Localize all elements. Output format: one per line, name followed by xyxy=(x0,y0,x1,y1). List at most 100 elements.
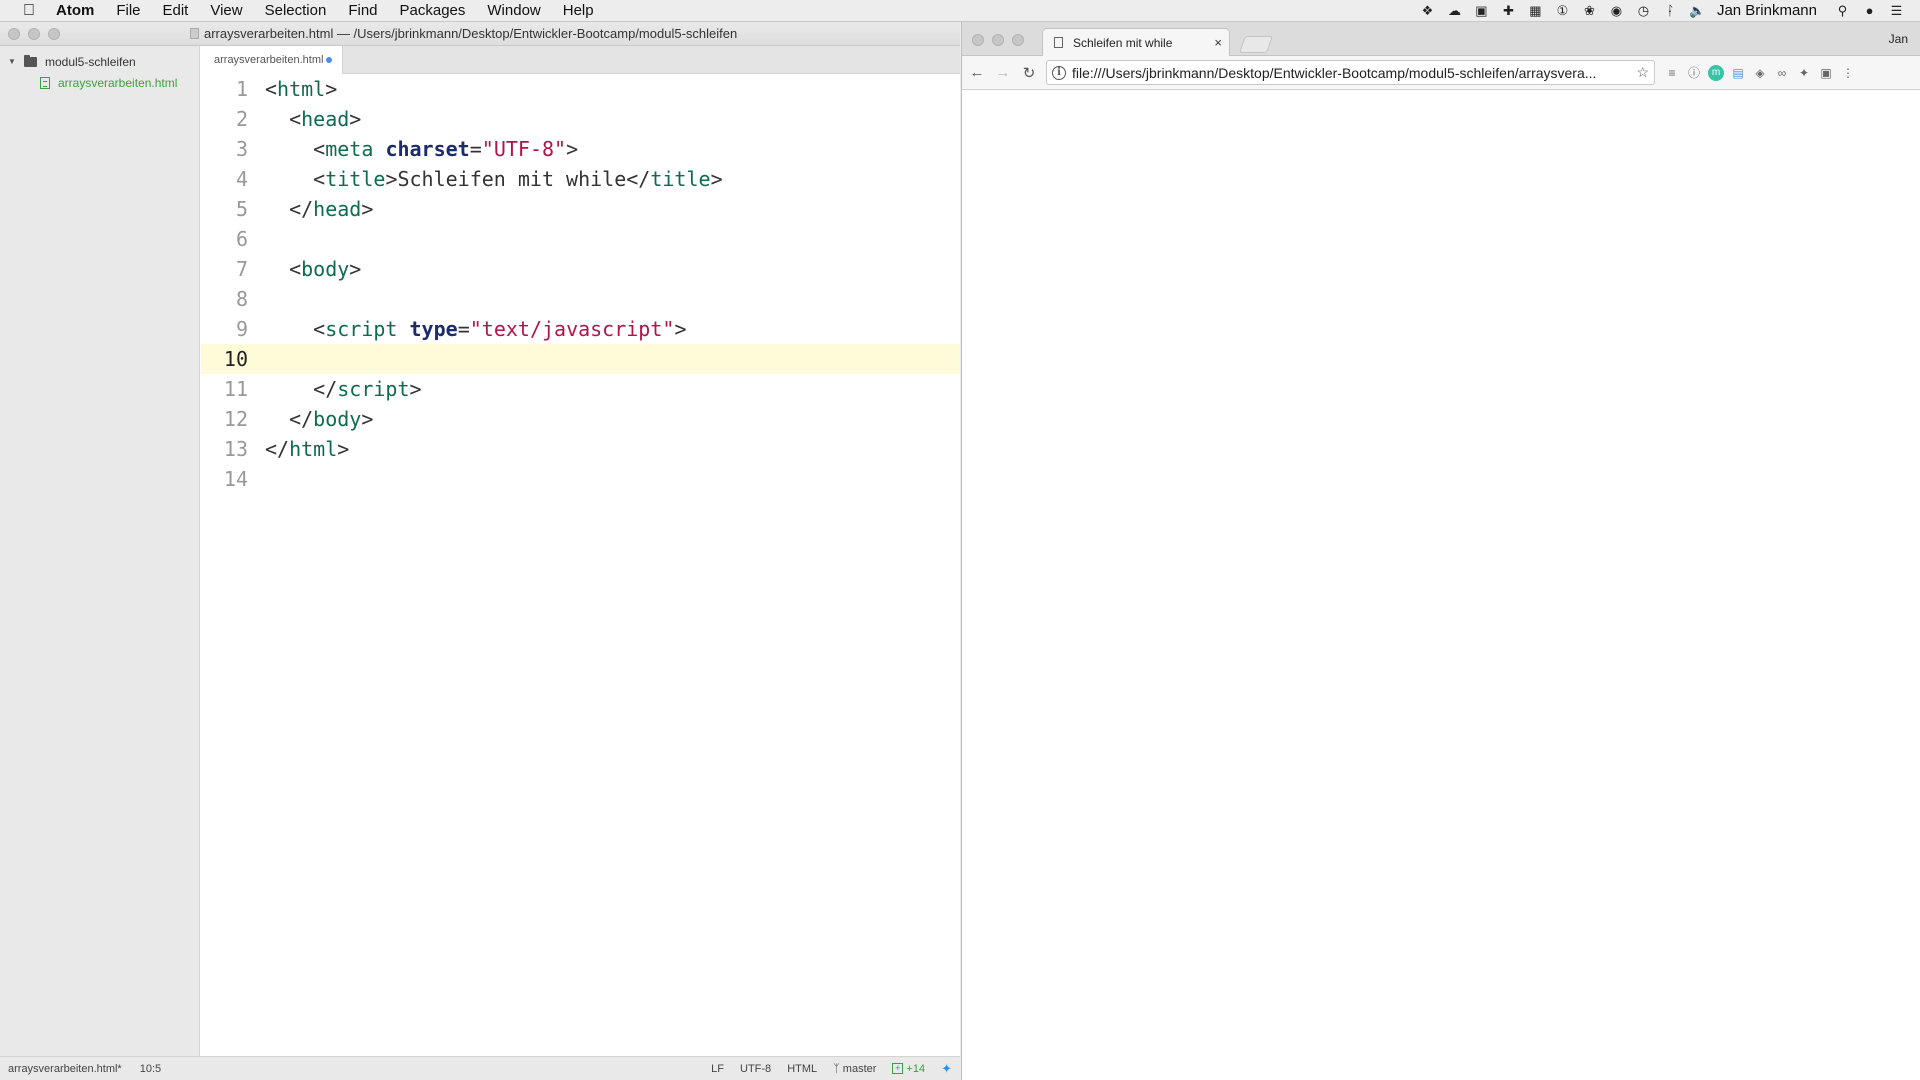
line-number: 1 xyxy=(235,77,248,101)
code-token: > xyxy=(710,167,723,191)
dropbox-icon[interactable]: ❖ xyxy=(1419,3,1436,18)
code-line[interactable]: 11 </script> xyxy=(201,374,960,404)
link-icon[interactable]: ∞ xyxy=(1774,65,1790,81)
menu-window[interactable]: Window xyxy=(476,0,551,22)
close-tab-icon[interactable]: × xyxy=(1214,35,1222,50)
status-grammar[interactable]: HTML xyxy=(787,1063,817,1075)
browser-viewport[interactable] xyxy=(962,90,1920,1080)
m-extension-icon[interactable]: m xyxy=(1708,64,1724,81)
profile-button[interactable]: Jan xyxy=(1889,32,1908,46)
line-text: <head> xyxy=(248,104,361,134)
status-git-changes[interactable]: + +14 xyxy=(892,1063,925,1075)
code-token: < xyxy=(265,167,326,191)
info-icon[interactable]: i xyxy=(1052,65,1066,80)
cloud-icon[interactable]: ☁ xyxy=(1446,3,1463,18)
line-text: </head> xyxy=(248,194,373,224)
line-text: <body> xyxy=(248,254,361,284)
bird-icon[interactable]: ✦ xyxy=(1796,65,1812,81)
status-line-ending[interactable]: LF xyxy=(711,1063,724,1075)
menu-file[interactable]: File xyxy=(105,0,151,22)
menu-edit[interactable]: Edit xyxy=(152,0,200,22)
back-arrow-icon[interactable]: ← xyxy=(966,64,988,81)
document-proxy-icon[interactable] xyxy=(190,28,199,39)
root-folder-label: modul5-schleifen xyxy=(45,54,136,69)
code-line[interactable]: 5 </head> xyxy=(201,194,960,224)
code-token: script xyxy=(337,377,410,401)
chrome-window-controls xyxy=(972,34,1024,46)
camera-icon[interactable]: ▣ xyxy=(1473,3,1490,18)
user-name[interactable]: Jan Brinkmann xyxy=(1717,2,1817,19)
buffer-icon[interactable]: ≡ xyxy=(1664,65,1680,81)
reload-icon[interactable]: ↻ xyxy=(1018,64,1040,82)
minimize-window-button[interactable] xyxy=(28,28,40,40)
tree-file-item[interactable]: arraysverarbeiten.html xyxy=(0,70,199,96)
bluetooth-icon[interactable]: ᛛ xyxy=(1662,3,1679,18)
chrome-tab-strip: Schleifen mit while × Jan xyxy=(962,22,1920,56)
chrome-window: Schleifen mit while × Jan ← → ↻ i file:/… xyxy=(961,22,1920,1080)
code-token: head xyxy=(313,197,362,221)
line-number: 11 xyxy=(223,377,248,401)
browser-tab[interactable]: Schleifen mit while × xyxy=(1042,28,1230,56)
code-line[interactable]: 8 xyxy=(201,284,960,314)
zoom-window-button[interactable] xyxy=(1012,34,1024,46)
info-circle-icon[interactable]: ⓘ xyxy=(1686,65,1702,81)
status-cursor-position[interactable]: 10:5 xyxy=(140,1063,161,1075)
menu-help[interactable]: Help xyxy=(552,0,605,22)
onepassword-icon[interactable]: ① xyxy=(1554,3,1571,18)
code-line[interactable]: 9 <script type="text/javascript"> xyxy=(201,314,960,344)
time-machine-icon[interactable]: ◷ xyxy=(1635,3,1652,18)
code-token: "UTF-8" xyxy=(481,137,567,161)
chevron-down-icon[interactable]: ▼ xyxy=(8,57,20,66)
code-line[interactable]: 1 <html> xyxy=(201,74,960,104)
minimize-window-button[interactable] xyxy=(992,34,1004,46)
reader-icon[interactable]: ▤ xyxy=(1730,65,1746,81)
code-line[interactable]: 7 <body> xyxy=(201,254,960,284)
status-git-branch[interactable]: ᛉ master xyxy=(833,1063,876,1075)
zoom-window-button[interactable] xyxy=(48,28,60,40)
line-number: 7 xyxy=(235,257,248,281)
camera-icon[interactable]: ▣ xyxy=(1818,65,1834,81)
plus-cross-icon[interactable]: ✚ xyxy=(1500,3,1517,18)
menu-app-name[interactable]: Atom xyxy=(42,0,105,22)
bookmark-star-icon[interactable]: ☆ xyxy=(1636,64,1649,81)
spotlight-search-icon[interactable]: ⚲ xyxy=(1834,3,1851,18)
siri-icon[interactable]: ● xyxy=(1861,3,1878,18)
modified-indicator-icon[interactable] xyxy=(326,57,332,63)
new-tab-button[interactable] xyxy=(1238,36,1274,53)
menu-selection[interactable]: Selection xyxy=(254,0,338,22)
menu-view[interactable]: View xyxy=(199,0,253,22)
menu-dots-icon[interactable]: ⋮ xyxy=(1840,65,1856,81)
code-editor[interactable]: 1 <html> 2 <head> 3 <meta charset="UTF-8"> 4… xyxy=(201,74,960,494)
twitter-icon[interactable]: ✦ xyxy=(941,1061,952,1077)
close-window-button[interactable] xyxy=(8,28,20,40)
tree-root-folder[interactable]: ▼ modul5-schleifen xyxy=(0,46,199,70)
apple-menu-icon[interactable]:  xyxy=(16,2,42,20)
code-line[interactable]: 12 </body> xyxy=(201,404,960,434)
extension-icons: ≡ ⓘ m ▤ ◈ ∞ ✦ ▣ ⋮ xyxy=(1661,64,1859,81)
code-line[interactable]: 4 <title>Schleifen mit while</title> xyxy=(201,164,960,194)
url-text[interactable]: file:///Users/jbrinkmann/Desktop/Entwick… xyxy=(1072,65,1624,81)
menu-packages[interactable]: Packages xyxy=(389,0,477,22)
volume-icon[interactable]: 🔈 xyxy=(1689,3,1706,18)
code-line[interactable]: 3 <meta charset="UTF-8"> xyxy=(201,134,960,164)
address-bar[interactable]: i file:///Users/jbrinkmann/Desktop/Entwi… xyxy=(1046,60,1655,85)
leaf-icon[interactable]: ❀ xyxy=(1581,3,1598,18)
line-text: </body> xyxy=(248,404,373,434)
forward-arrow-icon[interactable]: → xyxy=(992,64,1014,81)
code-line[interactable]: 14 xyxy=(201,464,960,494)
calendar-icon[interactable]: ▦ xyxy=(1527,3,1544,18)
code-token: < xyxy=(265,257,302,281)
code-token: meta xyxy=(325,137,374,161)
alfred-icon[interactable]: ◉ xyxy=(1608,3,1625,18)
close-window-button[interactable] xyxy=(972,34,984,46)
code-line[interactable]: 2 <head> xyxy=(201,104,960,134)
status-encoding[interactable]: UTF-8 xyxy=(740,1063,771,1075)
code-line[interactable]: 13 </html> xyxy=(201,434,960,464)
menu-find[interactable]: Find xyxy=(337,0,388,22)
status-file-path[interactable]: arraysverarbeiten.html* xyxy=(8,1063,122,1075)
evernote-icon[interactable]: ◈ xyxy=(1752,65,1768,81)
code-line[interactable]: 10 xyxy=(201,344,960,374)
editor-tab[interactable]: arraysverarbeiten.html xyxy=(201,46,343,74)
code-line[interactable]: 6 xyxy=(201,224,960,254)
notification-center-icon[interactable]: ☰ xyxy=(1888,3,1905,18)
